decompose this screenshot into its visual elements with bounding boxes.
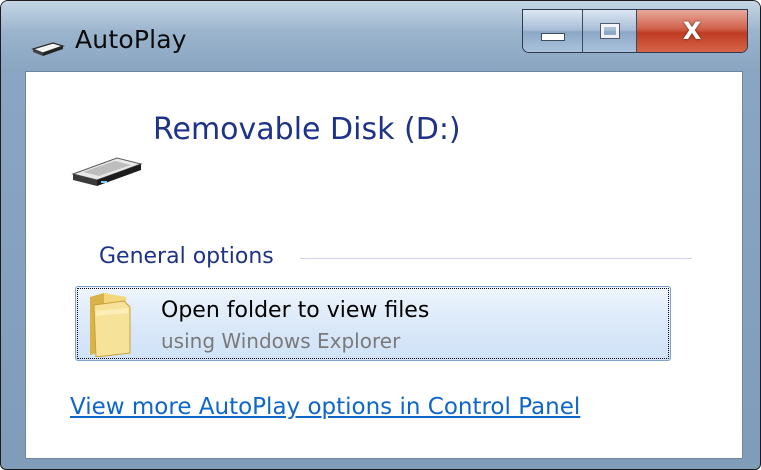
maximize-button[interactable]: [583, 10, 637, 52]
autoplay-window: AutoPlay X Removable Disk (D:) General o…: [0, 0, 761, 470]
section-heading-general: General options: [99, 244, 274, 269]
device-name: Removable Disk (D:): [153, 112, 461, 147]
dialog-content: Removable Disk (D:) General options Open…: [25, 71, 743, 459]
removable-disk-icon: [71, 157, 143, 186]
autoplay-drive-icon: [31, 42, 65, 56]
close-icon: X: [682, 17, 702, 45]
option-open-folder[interactable]: Open folder to view files using Windows …: [75, 286, 671, 361]
caption-buttons: X: [522, 9, 748, 53]
option-title: Open folder to view files: [161, 298, 430, 323]
option-subtitle: using Windows Explorer: [161, 329, 401, 353]
minimize-icon: [540, 33, 565, 41]
title-bar[interactable]: AutoPlay X: [1, 1, 760, 71]
section-divider: [300, 258, 692, 259]
window-title: AutoPlay: [75, 25, 187, 54]
maximize-icon: [599, 23, 620, 39]
control-panel-link[interactable]: View more AutoPlay options in Control Pa…: [70, 394, 580, 420]
close-button[interactable]: X: [637, 10, 747, 52]
minimize-button[interactable]: [523, 10, 583, 52]
folder-icon: [90, 293, 131, 357]
